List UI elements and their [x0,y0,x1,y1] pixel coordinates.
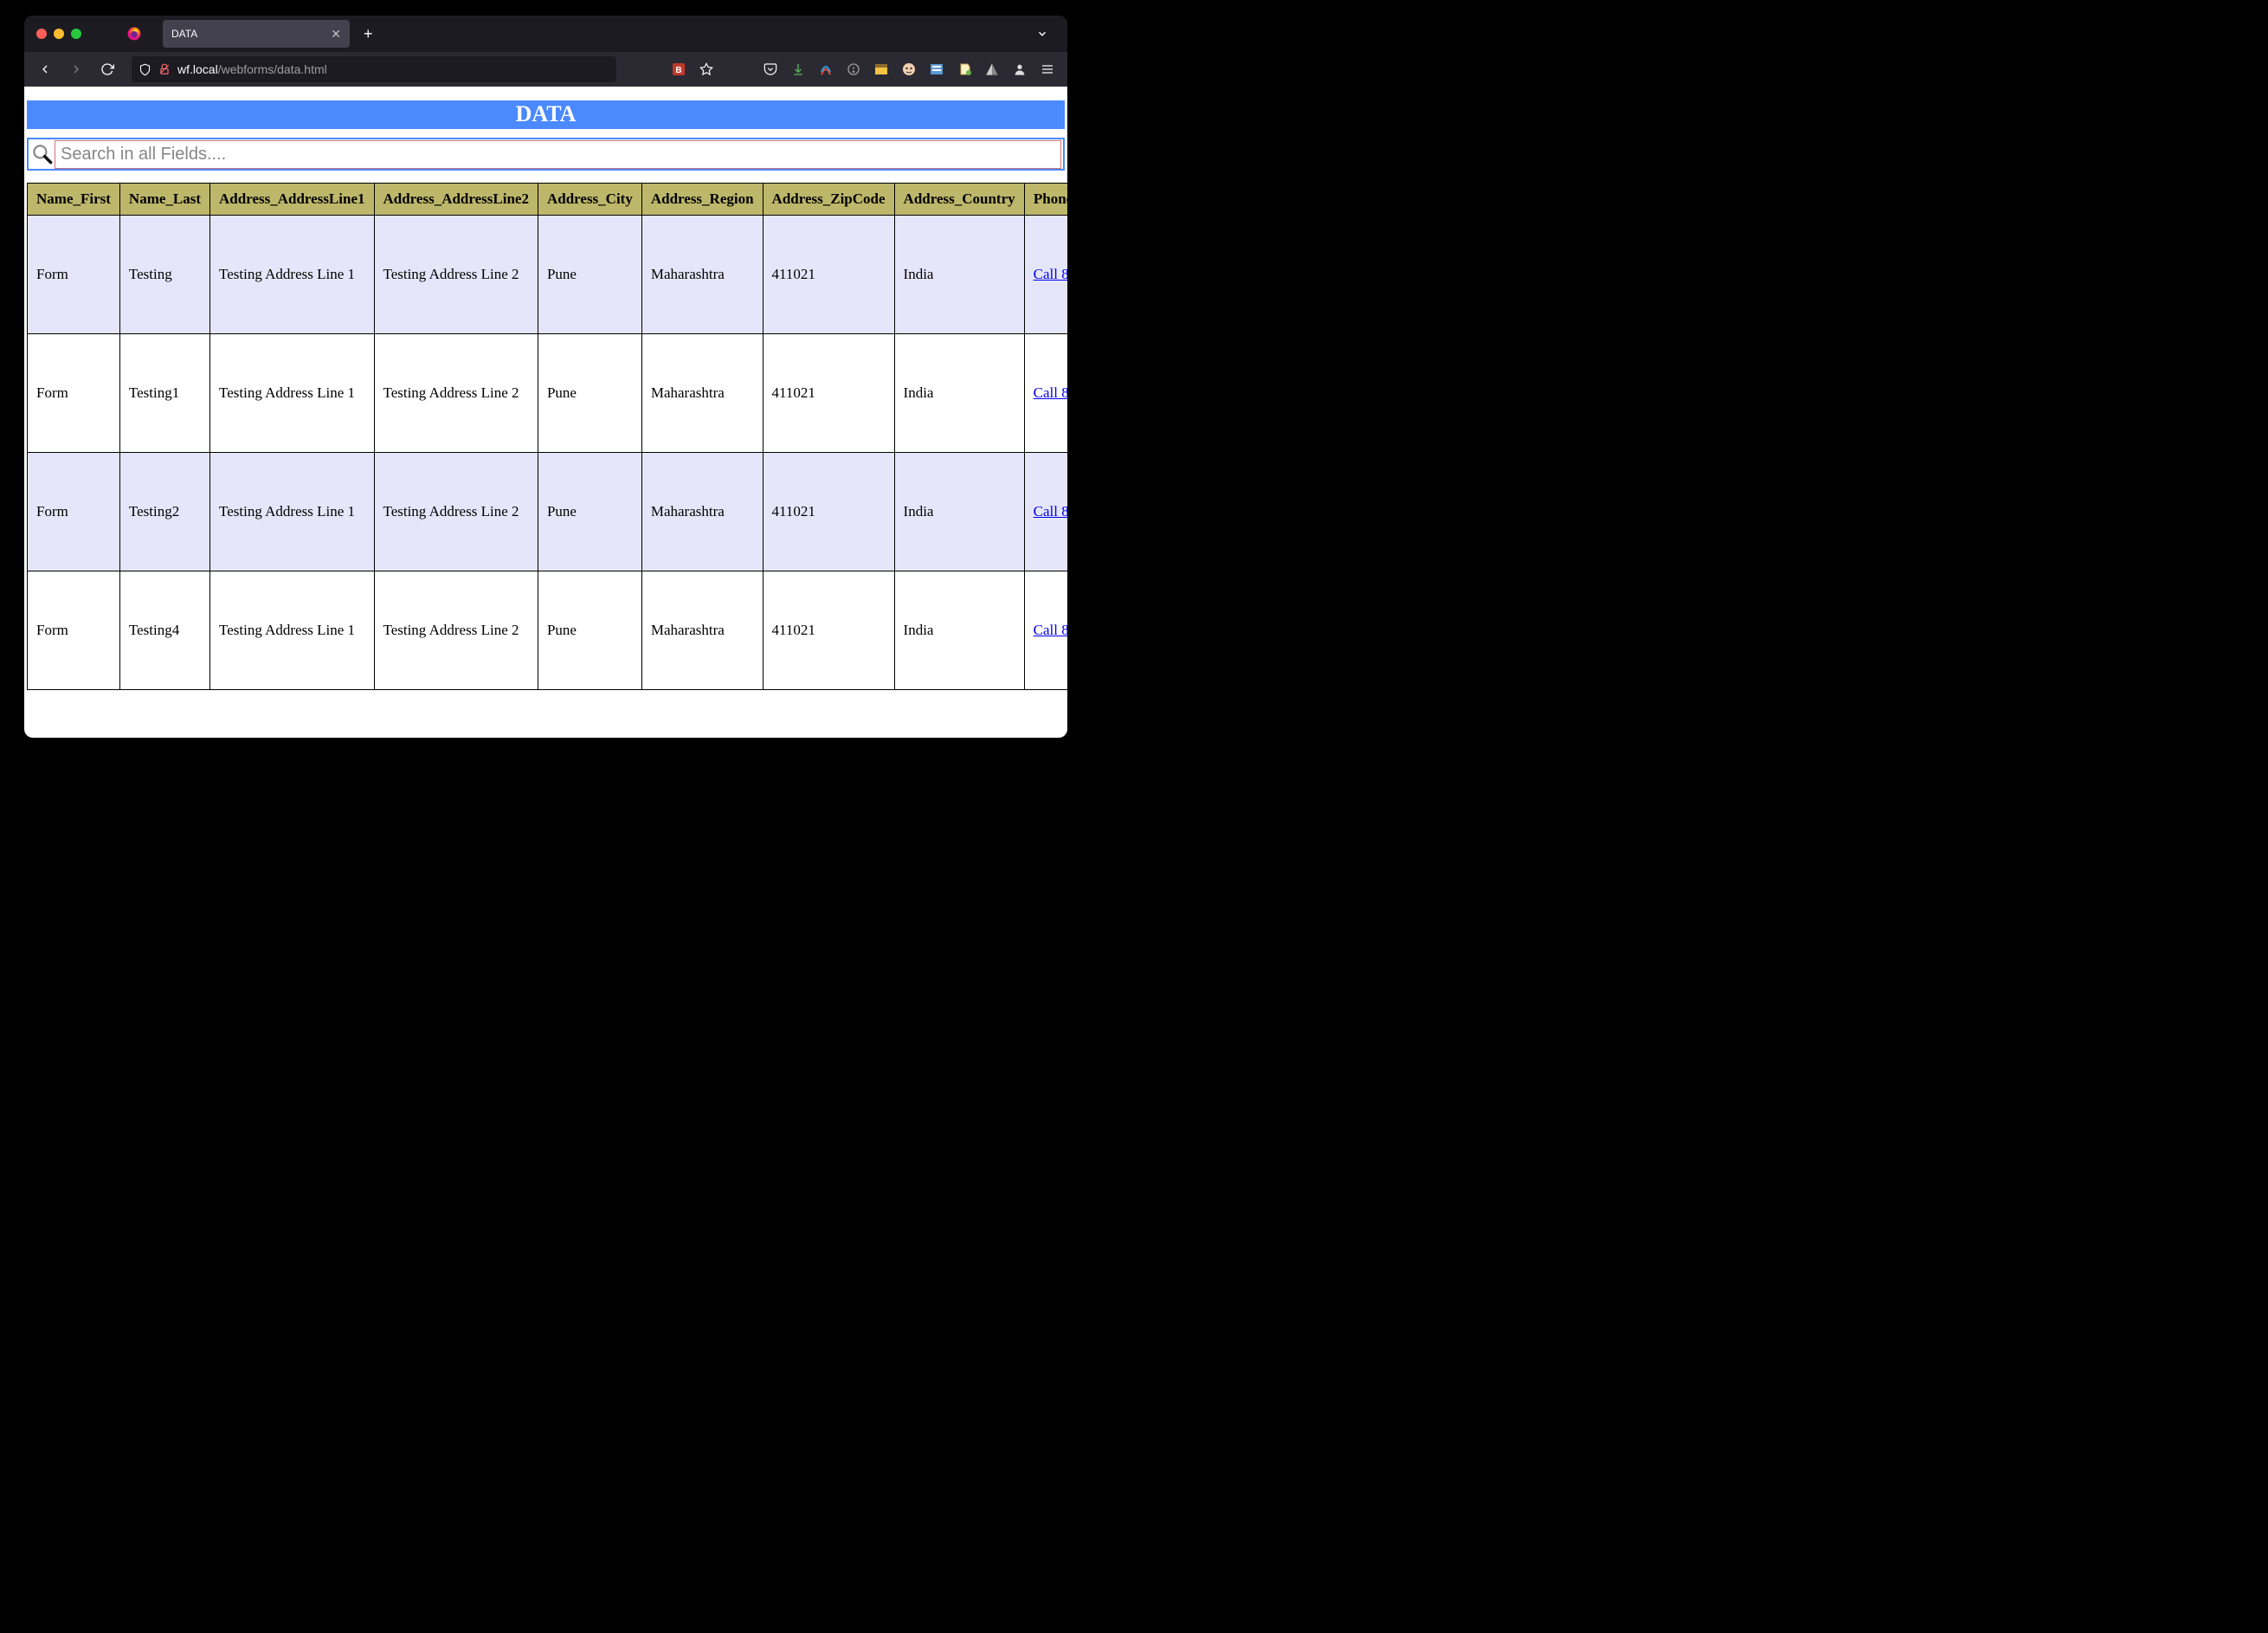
table-row: FormTesting2Testing Address Line 1Testin… [28,453,1068,571]
url-bar[interactable]: wf.local/webforms/data.html [132,56,616,82]
cell-addr2: Testing Address Line 2 [374,334,538,453]
window-maximize-button[interactable] [71,29,81,39]
cell-city: Pune [538,216,641,334]
extension-icon-3[interactable] [841,56,867,82]
page-content: DATA Name_First Name_Last Address_Addres… [24,87,1067,738]
extension-icon-7[interactable] [951,56,977,82]
new-tab-button[interactable]: + [355,22,382,47]
browser-window: DATA ✕ + wf.local/webforms/data.html [24,16,1067,738]
bookmark-button[interactable] [693,56,719,82]
search-wrap [27,138,1065,171]
cell-region: Maharashtra [641,334,763,453]
page-title: DATA [27,100,1065,129]
cell-region: Maharashtra [641,571,763,690]
cell-addr2: Testing Address Line 2 [374,216,538,334]
url-text: wf.local/webforms/data.html [177,62,327,76]
col-addr1[interactable]: Address_AddressLine1 [210,184,374,216]
cell-phone: Call 888 [1024,334,1067,453]
data-table: Name_First Name_Last Address_AddressLine… [27,183,1067,690]
back-button[interactable] [31,55,59,83]
phone-link[interactable]: Call 888 [1034,266,1067,282]
cell-country: India [894,334,1024,453]
traffic-lights [31,29,87,39]
cell-last: Testing2 [119,453,209,571]
browser-tab[interactable]: DATA ✕ [163,20,350,48]
cell-last: Testing1 [119,334,209,453]
cell-last: Testing4 [119,571,209,690]
cell-addr1: Testing Address Line 1 [210,216,374,334]
tab-bar: DATA ✕ + [24,16,1067,52]
cell-region: Maharashtra [641,453,763,571]
forward-button[interactable] [62,55,90,83]
col-city[interactable]: Address_City [538,184,641,216]
col-country[interactable]: Address_Country [894,184,1024,216]
lock-icon [158,63,171,75]
table-header-row: Name_First Name_Last Address_AddressLine… [28,184,1068,216]
cell-first: Form [28,571,120,690]
cell-addr1: Testing Address Line 1 [210,453,374,571]
extension-icon-6[interactable] [924,56,950,82]
col-region[interactable]: Address_Region [641,184,763,216]
cell-zip: 411021 [763,453,894,571]
firefox-icon [126,26,142,42]
extension-icon-8[interactable] [979,56,1005,82]
cell-zip: 411021 [763,334,894,453]
cell-first: Form [28,334,120,453]
table-row: FormTesting4Testing Address Line 1Testin… [28,571,1068,690]
cell-city: Pune [538,571,641,690]
cell-addr1: Testing Address Line 1 [210,334,374,453]
cell-city: Pune [538,334,641,453]
search-input[interactable] [55,140,1061,169]
svg-text:B: B [675,66,681,75]
window-minimize-button[interactable] [54,29,64,39]
extension-icon-4[interactable] [868,56,894,82]
cell-zip: 411021 [763,216,894,334]
extension-icon-1[interactable]: B [666,56,692,82]
reload-button[interactable] [93,55,121,83]
cell-country: India [894,453,1024,571]
menu-button[interactable] [1034,56,1060,82]
account-button[interactable] [1007,56,1033,82]
window-close-button[interactable] [36,29,47,39]
phone-link[interactable]: Call 888 [1034,384,1067,401]
pocket-button[interactable] [757,56,783,82]
tab-overflow-button[interactable] [1024,28,1060,40]
cell-addr2: Testing Address Line 2 [374,453,538,571]
extension-icon-5[interactable] [896,56,922,82]
cell-phone: Call 888 [1024,453,1067,571]
toolbar-right: B [666,56,1060,82]
downloads-button[interactable] [785,56,811,82]
cell-zip: 411021 [763,571,894,690]
col-name-last[interactable]: Name_Last [119,184,209,216]
cell-country: India [894,571,1024,690]
cell-addr2: Testing Address Line 2 [374,571,538,690]
table-row: FormTesting1Testing Address Line 1Testin… [28,334,1068,453]
cell-phone: Call 888 [1024,571,1067,690]
cell-city: Pune [538,453,641,571]
nav-bar: wf.local/webforms/data.html B [24,52,1067,87]
cell-region: Maharashtra [641,216,763,334]
cell-addr1: Testing Address Line 1 [210,571,374,690]
cell-first: Form [28,216,120,334]
col-zip[interactable]: Address_ZipCode [763,184,894,216]
tab-title: DATA [171,28,197,40]
search-icon [30,142,55,166]
cell-last: Testing [119,216,209,334]
shield-icon [139,63,151,76]
col-name-first[interactable]: Name_First [28,184,120,216]
cell-country: India [894,216,1024,334]
col-addr2[interactable]: Address_AddressLine2 [374,184,538,216]
table-row: FormTestingTesting Address Line 1Testing… [28,216,1068,334]
tab-close-button[interactable]: ✕ [331,27,341,42]
cell-phone: Call 888 [1024,216,1067,334]
phone-link[interactable]: Call 888 [1034,622,1067,638]
extension-icon-2[interactable] [813,56,839,82]
cell-first: Form [28,453,120,571]
phone-link[interactable]: Call 888 [1034,503,1067,520]
col-phone[interactable]: PhoneN [1024,184,1067,216]
